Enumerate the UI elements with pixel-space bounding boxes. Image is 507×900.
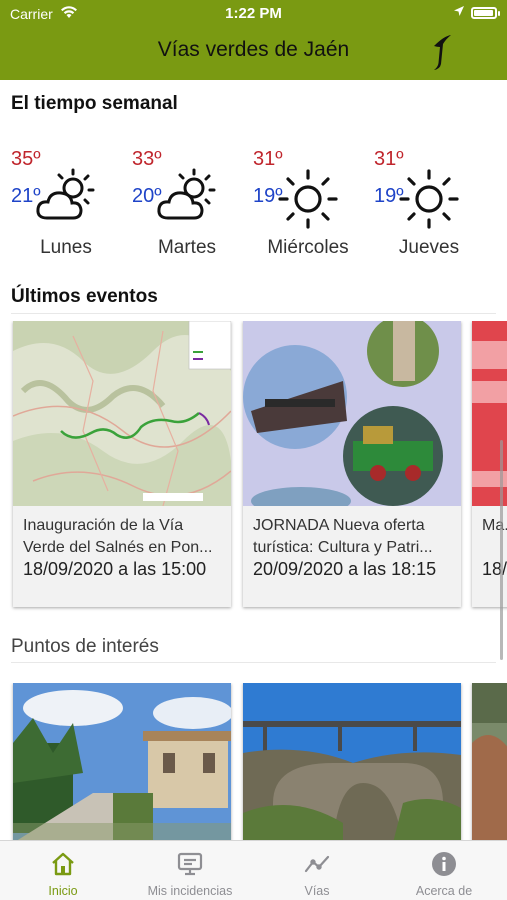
location-arrow-icon [453, 5, 465, 20]
poi-landscape-image [472, 683, 507, 840]
weather-day: 33º 20º Martes [132, 140, 242, 265]
day-name: Lunes [40, 237, 92, 258]
scroll-indicator[interactable] [500, 440, 503, 660]
section-divider [11, 313, 496, 314]
poi-card[interactable] [243, 683, 461, 840]
partly-cloudy-icon [154, 166, 220, 232]
weather-day: 35º 21º Lunes [11, 140, 121, 265]
route-graph-icon [304, 851, 330, 877]
poi-card[interactable] [472, 683, 507, 840]
weather-section-title: El tiempo semanal [11, 93, 178, 114]
day-name: Martes [157, 237, 217, 258]
status-bar: Carrier 1:22 PM [0, 0, 507, 28]
info-icon [431, 851, 457, 877]
battery-icon [471, 7, 497, 19]
weather-forecast: 35º 21º Lunes 33º 20º Martes 31º 19º Mié… [0, 140, 507, 265]
poi-carousel[interactable] [0, 683, 507, 840]
event-title: JORNADA Nueva oferta turística: Cultura … [253, 517, 433, 556]
events-section-title: Últimos eventos [11, 286, 158, 307]
poi-card[interactable] [13, 683, 231, 840]
monitor-icon [177, 851, 203, 877]
tab-label: Mis incidencias [147, 884, 233, 898]
event-date: 18/09/2020 a las 15:00 [23, 559, 207, 579]
home-icon [50, 851, 76, 877]
tab-label: Acerca de [415, 884, 473, 898]
event-map-image [13, 321, 231, 506]
event-title: Ma... Ser... [482, 517, 507, 534]
events-carousel[interactable]: Inauguración de la Vía Verde del Salnés … [0, 321, 507, 615]
jaen-logo-icon [430, 32, 454, 72]
battery-tip [498, 11, 500, 16]
tab-vias[interactable]: Vías [254, 841, 380, 900]
poi-section-title: Puntos de interés [11, 636, 159, 657]
event-card[interactable]: JORNADA Nueva oferta turística: Cultura … [243, 321, 461, 607]
event-train-collage-image [243, 321, 461, 506]
event-date: 18/... 09... [482, 559, 507, 579]
tab-mis-incidencias[interactable]: Mis incidencias [127, 841, 253, 900]
poi-bridge-image [243, 683, 461, 840]
day-name: Jueves [398, 237, 460, 258]
sun-icon [275, 166, 341, 232]
top-bar: Carrier 1:22 PM Vías verdes de Jaén [0, 0, 507, 80]
weather-day: 31º 19º Jueves [374, 140, 484, 265]
tab-acerca-de[interactable]: Acerca de [381, 841, 507, 900]
event-title: Inauguración de la Vía Verde del Salnés … [23, 517, 213, 556]
section-divider [11, 662, 496, 663]
tab-label: Inicio [48, 884, 78, 898]
event-date: 20/09/2020 a las 18:15 [253, 559, 437, 579]
poi-station-image [13, 683, 231, 840]
tab-bar: Inicio Mis incidencias Vías Acerca de [0, 840, 507, 900]
weather-day: 31º 19º Miércoles [253, 140, 363, 265]
tab-inicio[interactable]: Inicio [0, 841, 126, 900]
status-time: 1:22 PM [225, 5, 282, 22]
partly-cloudy-icon [33, 166, 99, 232]
day-name: Miércoles [267, 237, 349, 258]
sun-icon [396, 166, 462, 232]
event-card[interactable]: Inauguración de la Vía Verde del Salnés … [13, 321, 231, 607]
tab-label: Vías [304, 884, 330, 898]
